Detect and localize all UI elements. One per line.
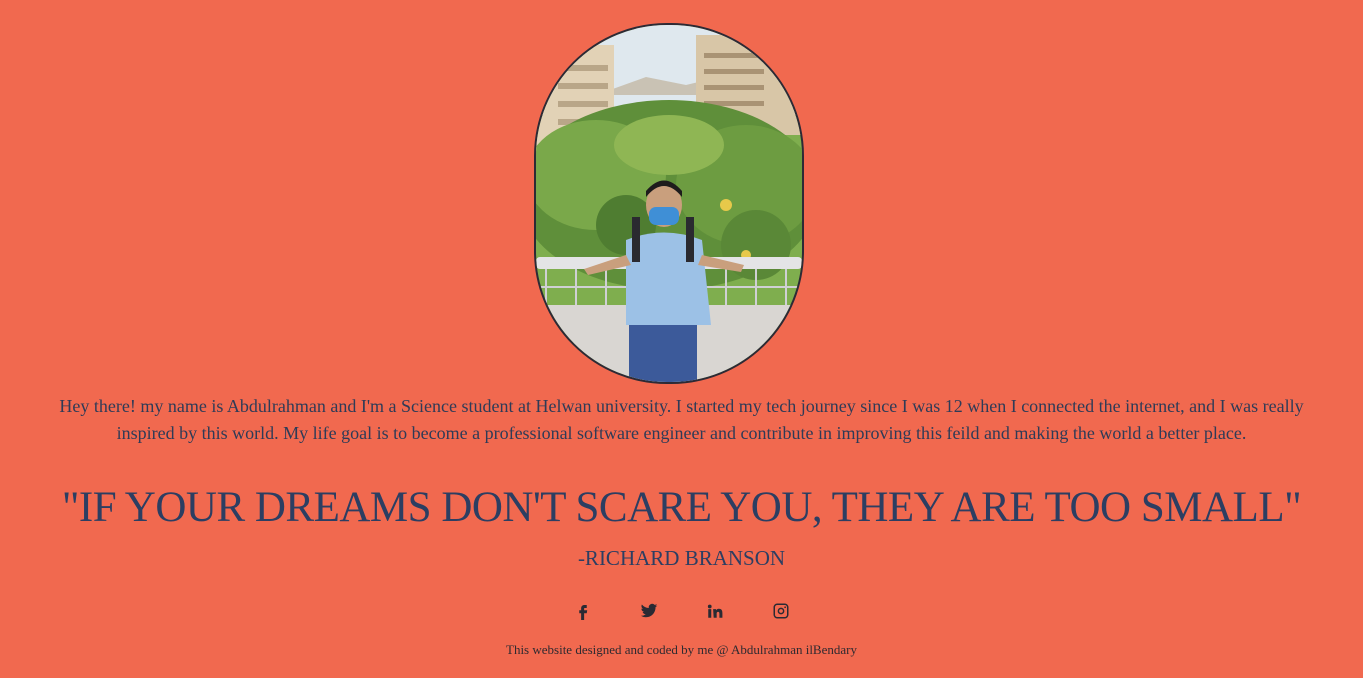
facebook-link[interactable] [573, 598, 593, 624]
instagram-icon [773, 603, 788, 619]
linkedin-link[interactable] [705, 598, 725, 624]
social-links [0, 598, 1363, 624]
twitter-icon [640, 603, 657, 618]
twitter-link[interactable] [639, 598, 659, 624]
bio-text: Hey there! my name is Abdulrahman and I'… [59, 396, 1304, 443]
quote-author: -RICHARD BRANSON [577, 546, 786, 570]
linkedin-icon [707, 604, 722, 618]
instagram-link[interactable] [771, 598, 791, 624]
profile-photo [534, 23, 804, 384]
footer-credit: This website designed and coded by me @ … [506, 642, 857, 657]
facebook-icon [578, 605, 587, 620]
quote-text: "IF YOUR DREAMS DON'T SCARE YOU, THEY AR… [61, 484, 1302, 531]
